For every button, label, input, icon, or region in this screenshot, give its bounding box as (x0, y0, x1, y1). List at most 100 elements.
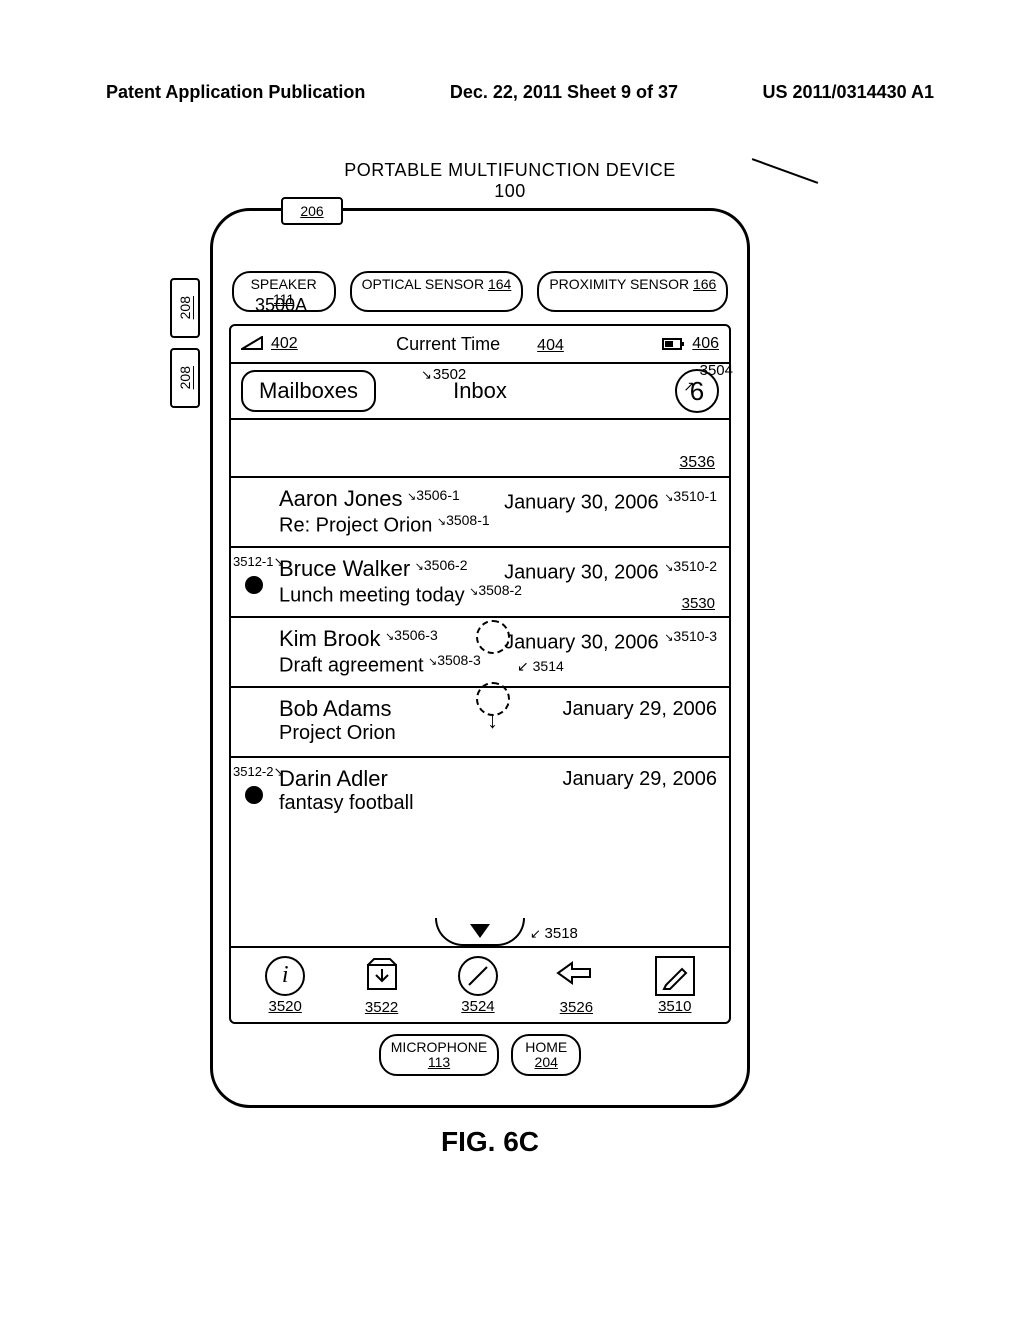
header-middle: Dec. 22, 2011 Sheet 9 of 37 (450, 82, 678, 103)
toolbar-move[interactable]: 3522 (362, 955, 402, 1016)
date-text-1: January 30, 2006 (504, 562, 659, 584)
move-to-inbox-icon (362, 955, 402, 995)
subject-ref-0: 3508-1 (437, 512, 490, 528)
home-num: 204 (535, 1054, 558, 1070)
search-strip[interactable]: 3536 (231, 420, 729, 478)
ref-3504-hook: ↗ (683, 378, 695, 395)
optical-sensor-oval: OPTICAL SENSOR 164 (350, 271, 524, 312)
sender-1: Bruce Walker (279, 556, 410, 581)
email-row-0[interactable]: Aaron Jones 3506-1 Re: Project Orion 350… (231, 478, 729, 548)
email-row-3[interactable]: Bob Adams Project Orion January 29, 2006… (231, 688, 729, 758)
sender-4: Darin Adler (279, 766, 388, 791)
date-text-4: January 29, 2006 (562, 768, 717, 790)
chevron-down-icon (470, 924, 490, 938)
optical-num: 164 (488, 276, 511, 292)
top-tab-206-label: 206 (300, 203, 323, 219)
sender-ref-0: 3506-1 (407, 487, 460, 503)
date-1: January 30, 2006 3510-2 (504, 558, 717, 585)
microphone-oval: MICROPHONE 113 (379, 1034, 499, 1075)
microphone-label: MICROPHONE (391, 1039, 487, 1055)
current-time-label: Current Time 404 (298, 334, 663, 355)
current-time-text: Current Time (396, 334, 500, 354)
header-right: US 2011/0314430 A1 (763, 82, 934, 103)
toolbar-reply[interactable]: 3526 (554, 955, 598, 1016)
device-outline: 206 3500A ⤷ SPEAKER 111 OPTICAL SENSOR 1… (210, 208, 750, 1108)
subject-1: Lunch meeting today (279, 585, 465, 607)
page-header: Patent Application Publication Dec. 22, … (106, 82, 934, 103)
inbox-title: Inbox (453, 378, 507, 404)
ref-3536: 3536 (679, 454, 715, 472)
speaker-label: SPEAKER (251, 276, 317, 292)
ref-3526: 3526 (560, 999, 593, 1016)
nav-bar: Mailboxes 3502 Inbox 6 3504 ↗ (231, 362, 729, 420)
proximity-sensor-oval: PROXIMITY SENSOR 166 (537, 271, 728, 312)
device-title: PORTABLE MULTIFUNCTION DEVICE 100 (210, 160, 810, 202)
email-row-2[interactable]: Kim Brook 3506-3 Draft agreement 3508-3 … (231, 618, 729, 688)
home-oval[interactable]: HOME 204 (511, 1034, 581, 1075)
email-list[interactable]: Aaron Jones 3506-1 Re: Project Orion 350… (231, 478, 729, 828)
info-icon: i (265, 956, 305, 996)
home-label: HOME (525, 1039, 567, 1055)
device-title-text: PORTABLE MULTIFUNCTION DEVICE (344, 160, 676, 180)
ref-3530: 3530 (682, 595, 715, 612)
figure-area: 208 208 PORTABLE MULTIFUNCTION DEVICE 10… (170, 160, 810, 1158)
toolbar: i 3520 3522 3524 (231, 946, 729, 1022)
date-ref-0: 3510-1 (664, 488, 717, 504)
battery-icon (662, 337, 686, 351)
date-ref-2: 3510-3 (664, 628, 717, 644)
show-more-tab[interactable] (435, 918, 525, 946)
ref-402: 402 (271, 335, 298, 353)
date-4: January 29, 2006 (562, 768, 717, 791)
email-row-4[interactable]: 3512-2↘ Darin Adler fantasy football Jan… (231, 758, 729, 828)
ref-3524: 3524 (461, 998, 494, 1015)
gesture-arrow-down: ↓ (487, 708, 498, 734)
ref-3504: 3504 (700, 362, 733, 379)
date-text-2: January 30, 2006 (504, 632, 659, 654)
mailboxes-button[interactable]: Mailboxes (241, 370, 376, 412)
compose-icon (655, 956, 695, 996)
status-bar: 402 Current Time 404 406 (231, 326, 729, 362)
toolbar-compose[interactable]: 3510 (655, 956, 695, 1015)
sender-ref-1: 3506-2 (415, 557, 468, 573)
battery-area: 406 (662, 335, 719, 353)
bottom-sensors: MICROPHONE 113 HOME 204 (229, 1034, 731, 1075)
date-text-0: January 30, 2006 (504, 492, 659, 514)
ref-3510: 3510 (658, 998, 691, 1015)
sender-3: Bob Adams (279, 696, 392, 721)
microphone-num: 113 (428, 1054, 450, 1070)
date-3: January 29, 2006 (562, 698, 717, 721)
sender-2: Kim Brook (279, 626, 380, 651)
ref-406: 406 (692, 335, 719, 353)
sender-0: Aaron Jones (279, 486, 403, 511)
ref-3518: 3518 (530, 925, 578, 942)
date-2: January 30, 2006 3510-3 (504, 628, 717, 655)
dot-ref-1: 3512-1↘ (233, 554, 284, 570)
ref-3520: 3520 (269, 998, 302, 1015)
reply-icon (554, 955, 598, 995)
date-0: January 30, 2006 3510-1 (504, 488, 717, 515)
ref-3514: ↙ 3514 (517, 658, 564, 675)
header-left: Patent Application Publication (106, 82, 365, 103)
subject-ref-2: 3508-3 (428, 652, 481, 668)
proximity-num: 166 (693, 276, 716, 292)
toolbar-info[interactable]: i 3520 (265, 956, 305, 1015)
label-3500a: 3500A (255, 295, 307, 316)
unread-dot-4 (245, 786, 263, 804)
top-tab-206: 206 (281, 197, 343, 225)
subject-0: Re: Project Orion (279, 515, 432, 537)
unread-dot-1 (245, 576, 263, 594)
date-text-3: January 29, 2006 (562, 698, 717, 720)
sender-ref-2: 3506-3 (385, 627, 438, 643)
screen: 402 Current Time 404 406 (229, 324, 731, 1024)
subject-3: Project Orion (279, 722, 396, 744)
optical-label: OPTICAL SENSOR (362, 276, 484, 292)
subject-2: Draft agreement (279, 655, 424, 677)
figure-label: FIG. 6C (170, 1126, 810, 1158)
date-ref-1: 3510-2 (664, 558, 717, 574)
ref-404: 404 (537, 337, 564, 354)
ref-3522: 3522 (365, 999, 398, 1016)
email-row-1[interactable]: 3512-1↘ Bruce Walker 3506-2 Lunch meetin… (231, 548, 729, 618)
block-icon (458, 956, 498, 996)
toolbar-block[interactable]: 3524 (458, 956, 498, 1015)
dot-ref-4: 3512-2↘ (233, 764, 284, 780)
